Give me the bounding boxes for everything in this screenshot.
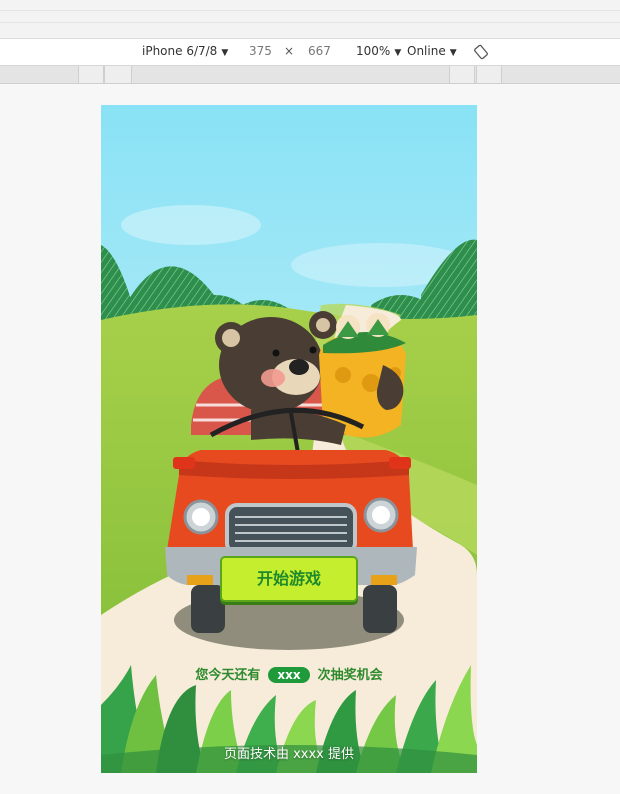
side-mirror: [173, 457, 195, 469]
network-select[interactable]: Online ▼: [407, 44, 457, 58]
dimension-separator: ×: [284, 44, 295, 58]
lottery-chances: 您今天还有 xxx 次抽奖机会: [101, 664, 477, 683]
zoom-select[interactable]: 100% ▼: [356, 44, 401, 58]
device-viewport: 开始游戏 您今天还有 xxx 次抽奖机会 页面技术由 xxxx 提供: [101, 105, 477, 773]
car-grille: [225, 503, 357, 555]
browser-top-strip: [0, 0, 620, 39]
bear-nose: [289, 359, 309, 375]
media-query-ruler: [0, 66, 620, 84]
chances-suffix: 次抽奖机会: [317, 668, 383, 683]
network-label: Online: [407, 44, 446, 58]
footer-credit: 页面技术由 xxxx 提供: [223, 747, 355, 762]
device-select[interactable]: iPhone 6/7/8 ▼: [142, 44, 228, 58]
chances-count-badge: xxx: [268, 667, 310, 683]
tire: [363, 585, 397, 633]
device-toolbar: iPhone 6/7/8 ▼ 375 × 667 100% ▼ Online ▼: [0, 39, 620, 66]
start-game-button[interactable]: 开始游戏: [220, 556, 358, 602]
height-input[interactable]: 667: [308, 44, 331, 58]
width-input[interactable]: 375: [249, 44, 272, 58]
cloud: [121, 205, 261, 245]
chances-prefix: 您今天还有: [195, 668, 261, 683]
caret-down-icon: ▼: [394, 48, 402, 58]
caret-down-icon: ▼: [449, 48, 457, 58]
bear-cheek: [261, 369, 285, 387]
side-mirror: [389, 457, 411, 469]
zoom-label: 100%: [356, 44, 391, 58]
device-label: iPhone 6/7/8: [142, 44, 218, 58]
rotate-icon[interactable]: [473, 44, 489, 60]
caret-down-icon: ▼: [221, 48, 229, 58]
